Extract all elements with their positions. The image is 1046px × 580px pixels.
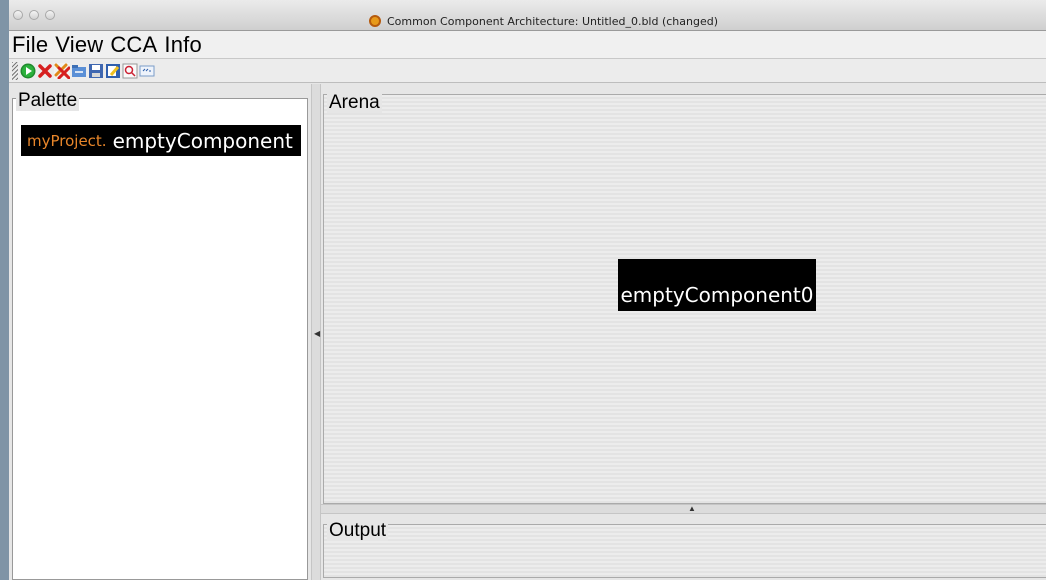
palette-item-component: emptyComponent	[112, 128, 293, 153]
palette-panel: Palette myProject. emptyComponent	[9, 84, 311, 580]
arena-component-label: emptyComponent0	[620, 283, 814, 307]
vertical-split-divider[interactable]: ◀	[311, 84, 321, 580]
collapse-left-arrow-icon[interactable]: ◀	[314, 330, 320, 338]
workspace-panel: emptyComponent0 Arena ▲ Output	[321, 84, 1046, 580]
collapse-up-arrow-icon[interactable]: ▲	[688, 505, 696, 513]
menu-info[interactable]: Info	[164, 32, 202, 58]
palette-item-package: myProject.	[27, 131, 107, 150]
close-window-button[interactable]	[13, 10, 23, 20]
toolbar-grip-icon[interactable]	[12, 61, 18, 80]
menu-file[interactable]: File	[12, 32, 48, 58]
app-window: Common Component Architecture: Untitled_…	[9, 0, 1046, 580]
menu-cca[interactable]: CCA	[110, 32, 157, 58]
minimize-window-button[interactable]	[29, 10, 39, 20]
edit-icon[interactable]	[105, 63, 121, 79]
title-bar[interactable]: Common Component Architecture: Untitled_…	[9, 0, 1046, 31]
output-console[interactable]	[323, 524, 1046, 578]
zoom-window-button[interactable]	[45, 10, 55, 20]
arena-canvas[interactable]: emptyComponent0	[323, 94, 1046, 504]
output-label: Output	[327, 520, 389, 541]
arena-component-node[interactable]: emptyComponent0	[618, 259, 816, 311]
run-icon[interactable]	[20, 63, 36, 79]
palette-list[interactable]	[12, 98, 308, 580]
delete-all-icon[interactable]	[54, 62, 70, 79]
arena-label: Arena	[327, 92, 382, 113]
menu-bar: File View CCA Info	[9, 31, 1046, 59]
palette-label: Palette	[16, 90, 80, 111]
find-icon[interactable]	[122, 63, 138, 79]
open-icon[interactable]	[71, 63, 87, 79]
window-title: Common Component Architecture: Untitled_…	[387, 14, 719, 28]
toolbar	[9, 59, 1046, 83]
horizontal-split-divider[interactable]: ▲	[321, 504, 1046, 514]
window-title-group: Common Component Architecture: Untitled_…	[369, 13, 718, 29]
save-icon[interactable]	[88, 63, 104, 79]
palette-item[interactable]: myProject. emptyComponent	[21, 125, 301, 156]
delete-icon[interactable]	[37, 63, 53, 79]
menu-view[interactable]: View	[55, 32, 103, 58]
app-icon	[369, 15, 381, 27]
log-icon[interactable]	[139, 63, 155, 79]
